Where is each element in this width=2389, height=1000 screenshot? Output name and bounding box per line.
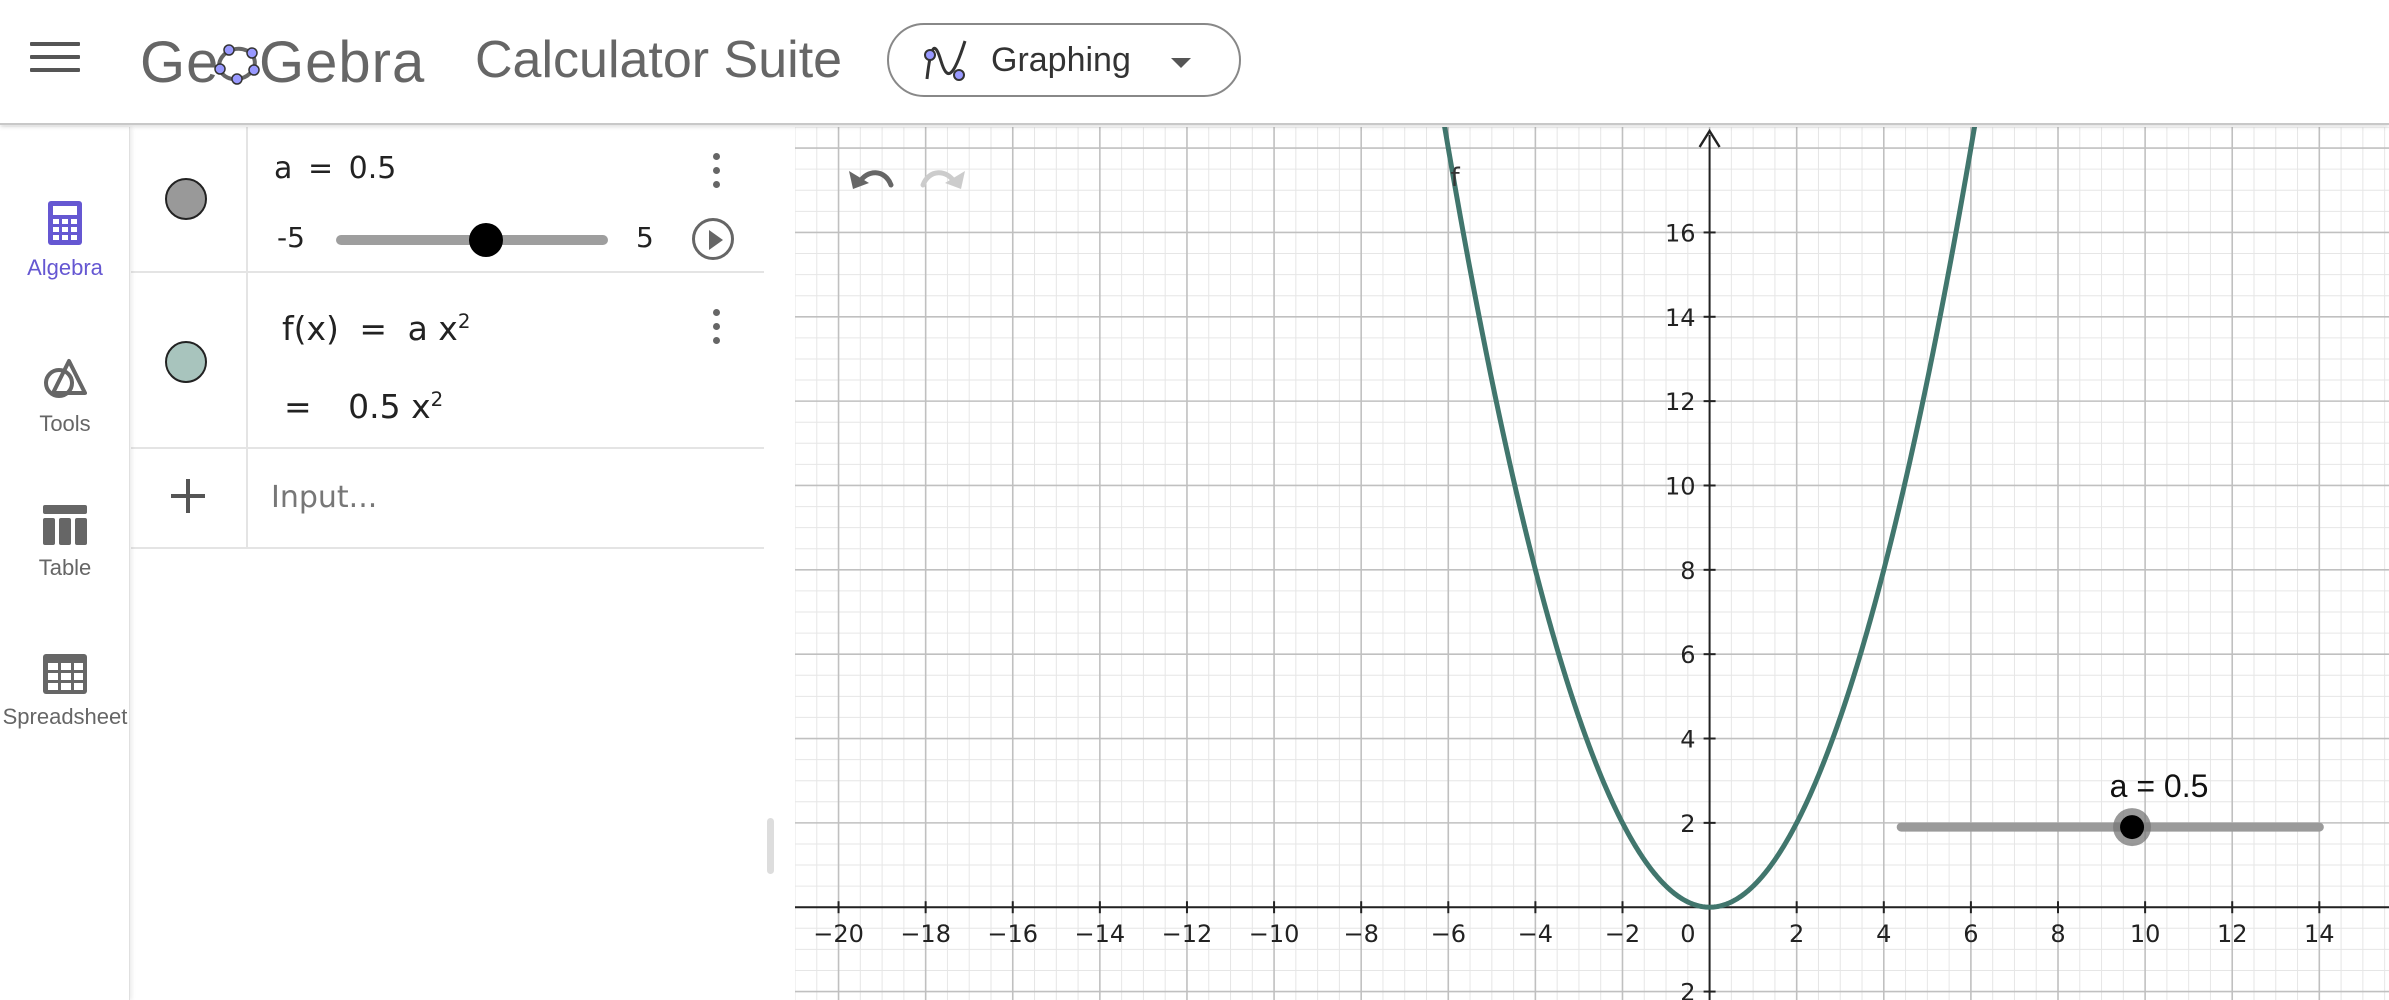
graphics-view[interactable]: −20 −18 −16 −14 −12 −10 −8 −6 −4 −2 2 4 6 8 10 12 14 2 4 6 8… (795, 127, 2389, 1000)
rail-item-tools[interactable]: Tools (0, 357, 130, 477)
chevron-down-icon (1171, 58, 1191, 68)
function-value-output: = 0.5 x2 (284, 387, 443, 426)
logo-point (214, 63, 226, 75)
more-options-icon[interactable] (710, 153, 722, 193)
slider-max-label: 5 (636, 221, 654, 254)
x-tick-label: −6 (1431, 920, 1466, 948)
visibility-toggle-marble[interactable] (165, 178, 207, 220)
rail-item-spreadsheet[interactable]: Spreadsheet (0, 654, 130, 774)
function-value-rhs: 0.5 x (348, 387, 431, 426)
app-header: Ge Gebra Calculator Suite Graphing (0, 0, 2389, 125)
plus-icon[interactable] (171, 479, 205, 513)
visibility-toggle-marble[interactable] (165, 341, 207, 383)
calculator-icon (48, 201, 82, 245)
app-mode-dropdown[interactable]: Graphing (887, 23, 1241, 97)
spreadsheet-icon (43, 654, 87, 694)
hamburger-menu-icon[interactable] (30, 42, 80, 78)
x-tick-label: 12 (2217, 920, 2248, 948)
logo-point (248, 64, 260, 76)
y-tick-label: 16 (1665, 219, 1696, 247)
graphics-slider-a[interactable]: a = 0.5 (1896, 768, 2324, 847)
x-tick-label: −2 (1605, 920, 1640, 948)
algebra-view: a = 0.5 -5 5 f(x) = a x2 = 0.5 x2 (131, 127, 764, 1000)
x-tick-label: 4 (1876, 920, 1891, 948)
more-options-icon[interactable] (710, 309, 722, 349)
function-value-equals: = (284, 387, 312, 426)
function-definition[interactable]: f(x) = a x2 (282, 309, 470, 348)
y-tick-label-partial: 2 (1680, 979, 1695, 1000)
x-tick-label: −14 (1075, 920, 1126, 948)
function-rhs: a x (407, 309, 458, 348)
y-tick-label: 12 (1665, 388, 1696, 416)
function-equals: = (359, 309, 388, 348)
table-icon (43, 505, 87, 545)
panel-resize-handle[interactable] (767, 818, 774, 874)
y-tick-label: 2 (1680, 810, 1695, 838)
play-animation-icon[interactable] (692, 218, 734, 260)
algebra-item-function-f[interactable]: f(x) = a x2 = 0.5 x2 (131, 273, 764, 449)
y-tick-label: 10 (1665, 472, 1696, 500)
rail-label-table: Table (38, 555, 92, 580)
input-icon-column (131, 449, 248, 547)
function-exponent: 2 (457, 310, 471, 333)
slider-min-label: -5 (277, 221, 305, 254)
graph-canvas[interactable]: −20 −18 −16 −14 −12 −10 −8 −6 −4 −2 2 4 6 8 10 12 14 2 4 6 8… (795, 127, 2389, 1000)
origin-label: 0 (1680, 920, 1695, 948)
undo-icon[interactable] (845, 157, 897, 201)
y-tick-label: 8 (1680, 557, 1695, 585)
slider-handle[interactable] (468, 223, 503, 257)
y-tick-label: 6 (1680, 641, 1695, 669)
x-tick-label: −20 (813, 920, 864, 948)
algebra-input-row (131, 449, 764, 549)
app-title: Calculator Suite (475, 31, 843, 89)
logo-point (223, 44, 235, 56)
rail-item-table[interactable]: Table (0, 505, 130, 625)
redo-icon[interactable] (917, 157, 969, 201)
slider-value: 0.5 (348, 151, 397, 186)
logo-point (246, 47, 258, 59)
x-tick-label: 14 (2304, 920, 2335, 948)
mode-label: Graphing (991, 40, 1131, 79)
x-tick-label: −4 (1518, 920, 1553, 948)
x-tick-label: −18 (900, 920, 951, 948)
x-tick-label: 8 (2050, 920, 2065, 948)
side-rail: Algebra Tools Table Spreadsheet (0, 127, 130, 1000)
logo-point (231, 73, 243, 85)
x-tick-label: 6 (1963, 920, 1978, 948)
logo-text-gebra: Gebra (259, 30, 425, 95)
marble-column (131, 273, 248, 447)
shapes-icon (44, 359, 87, 398)
rail-label-algebra: Algebra (27, 255, 103, 280)
function-lhs: f(x) (282, 309, 339, 348)
function-f-label[interactable]: f (1450, 163, 1460, 193)
rail-item-algebra[interactable]: Algebra (0, 201, 130, 321)
x-tick-label: 10 (2130, 920, 2161, 948)
x-tick-label: −16 (987, 920, 1038, 948)
geogebra-wordmark: Ge Gebra (140, 30, 425, 95)
slider-definition[interactable]: a = 0.5 (274, 151, 396, 186)
algebra-item-slider-a[interactable]: a = 0.5 -5 5 (131, 127, 764, 273)
x-tick-label: −10 (1249, 920, 1300, 948)
slider-equals: = (307, 151, 334, 186)
graphics-slider-handle-core[interactable] (2120, 815, 2145, 840)
y-tick-label: 4 (1680, 726, 1695, 754)
slider-name: a (274, 151, 293, 186)
graphics-slider-caption: a = 0.5 (2110, 768, 2209, 804)
x-tick-label: 2 (1789, 920, 1804, 948)
rail-label-tools: Tools (39, 411, 91, 436)
x-tick-label: −8 (1343, 920, 1378, 948)
algebra-input-field[interactable] (271, 469, 731, 525)
y-tick-label: 14 (1665, 304, 1696, 332)
tick-labels: −20 −18 −16 −14 −12 −10 −8 −6 −4 −2 2 4 6 8 10 12 14 2 4 6 8… (813, 219, 2334, 1000)
rail-label-spreadsheet: Spreadsheet (2, 704, 128, 729)
geogebra-logo: Ge Gebra (140, 26, 430, 96)
logo-text-ge: Ge (140, 30, 219, 95)
x-tick-label: −12 (1162, 920, 1213, 948)
minor-gridlines (795, 127, 2389, 1000)
function-value-exponent: 2 (430, 388, 444, 411)
marble-column (131, 127, 248, 271)
graphing-mode-icon (924, 40, 967, 81)
